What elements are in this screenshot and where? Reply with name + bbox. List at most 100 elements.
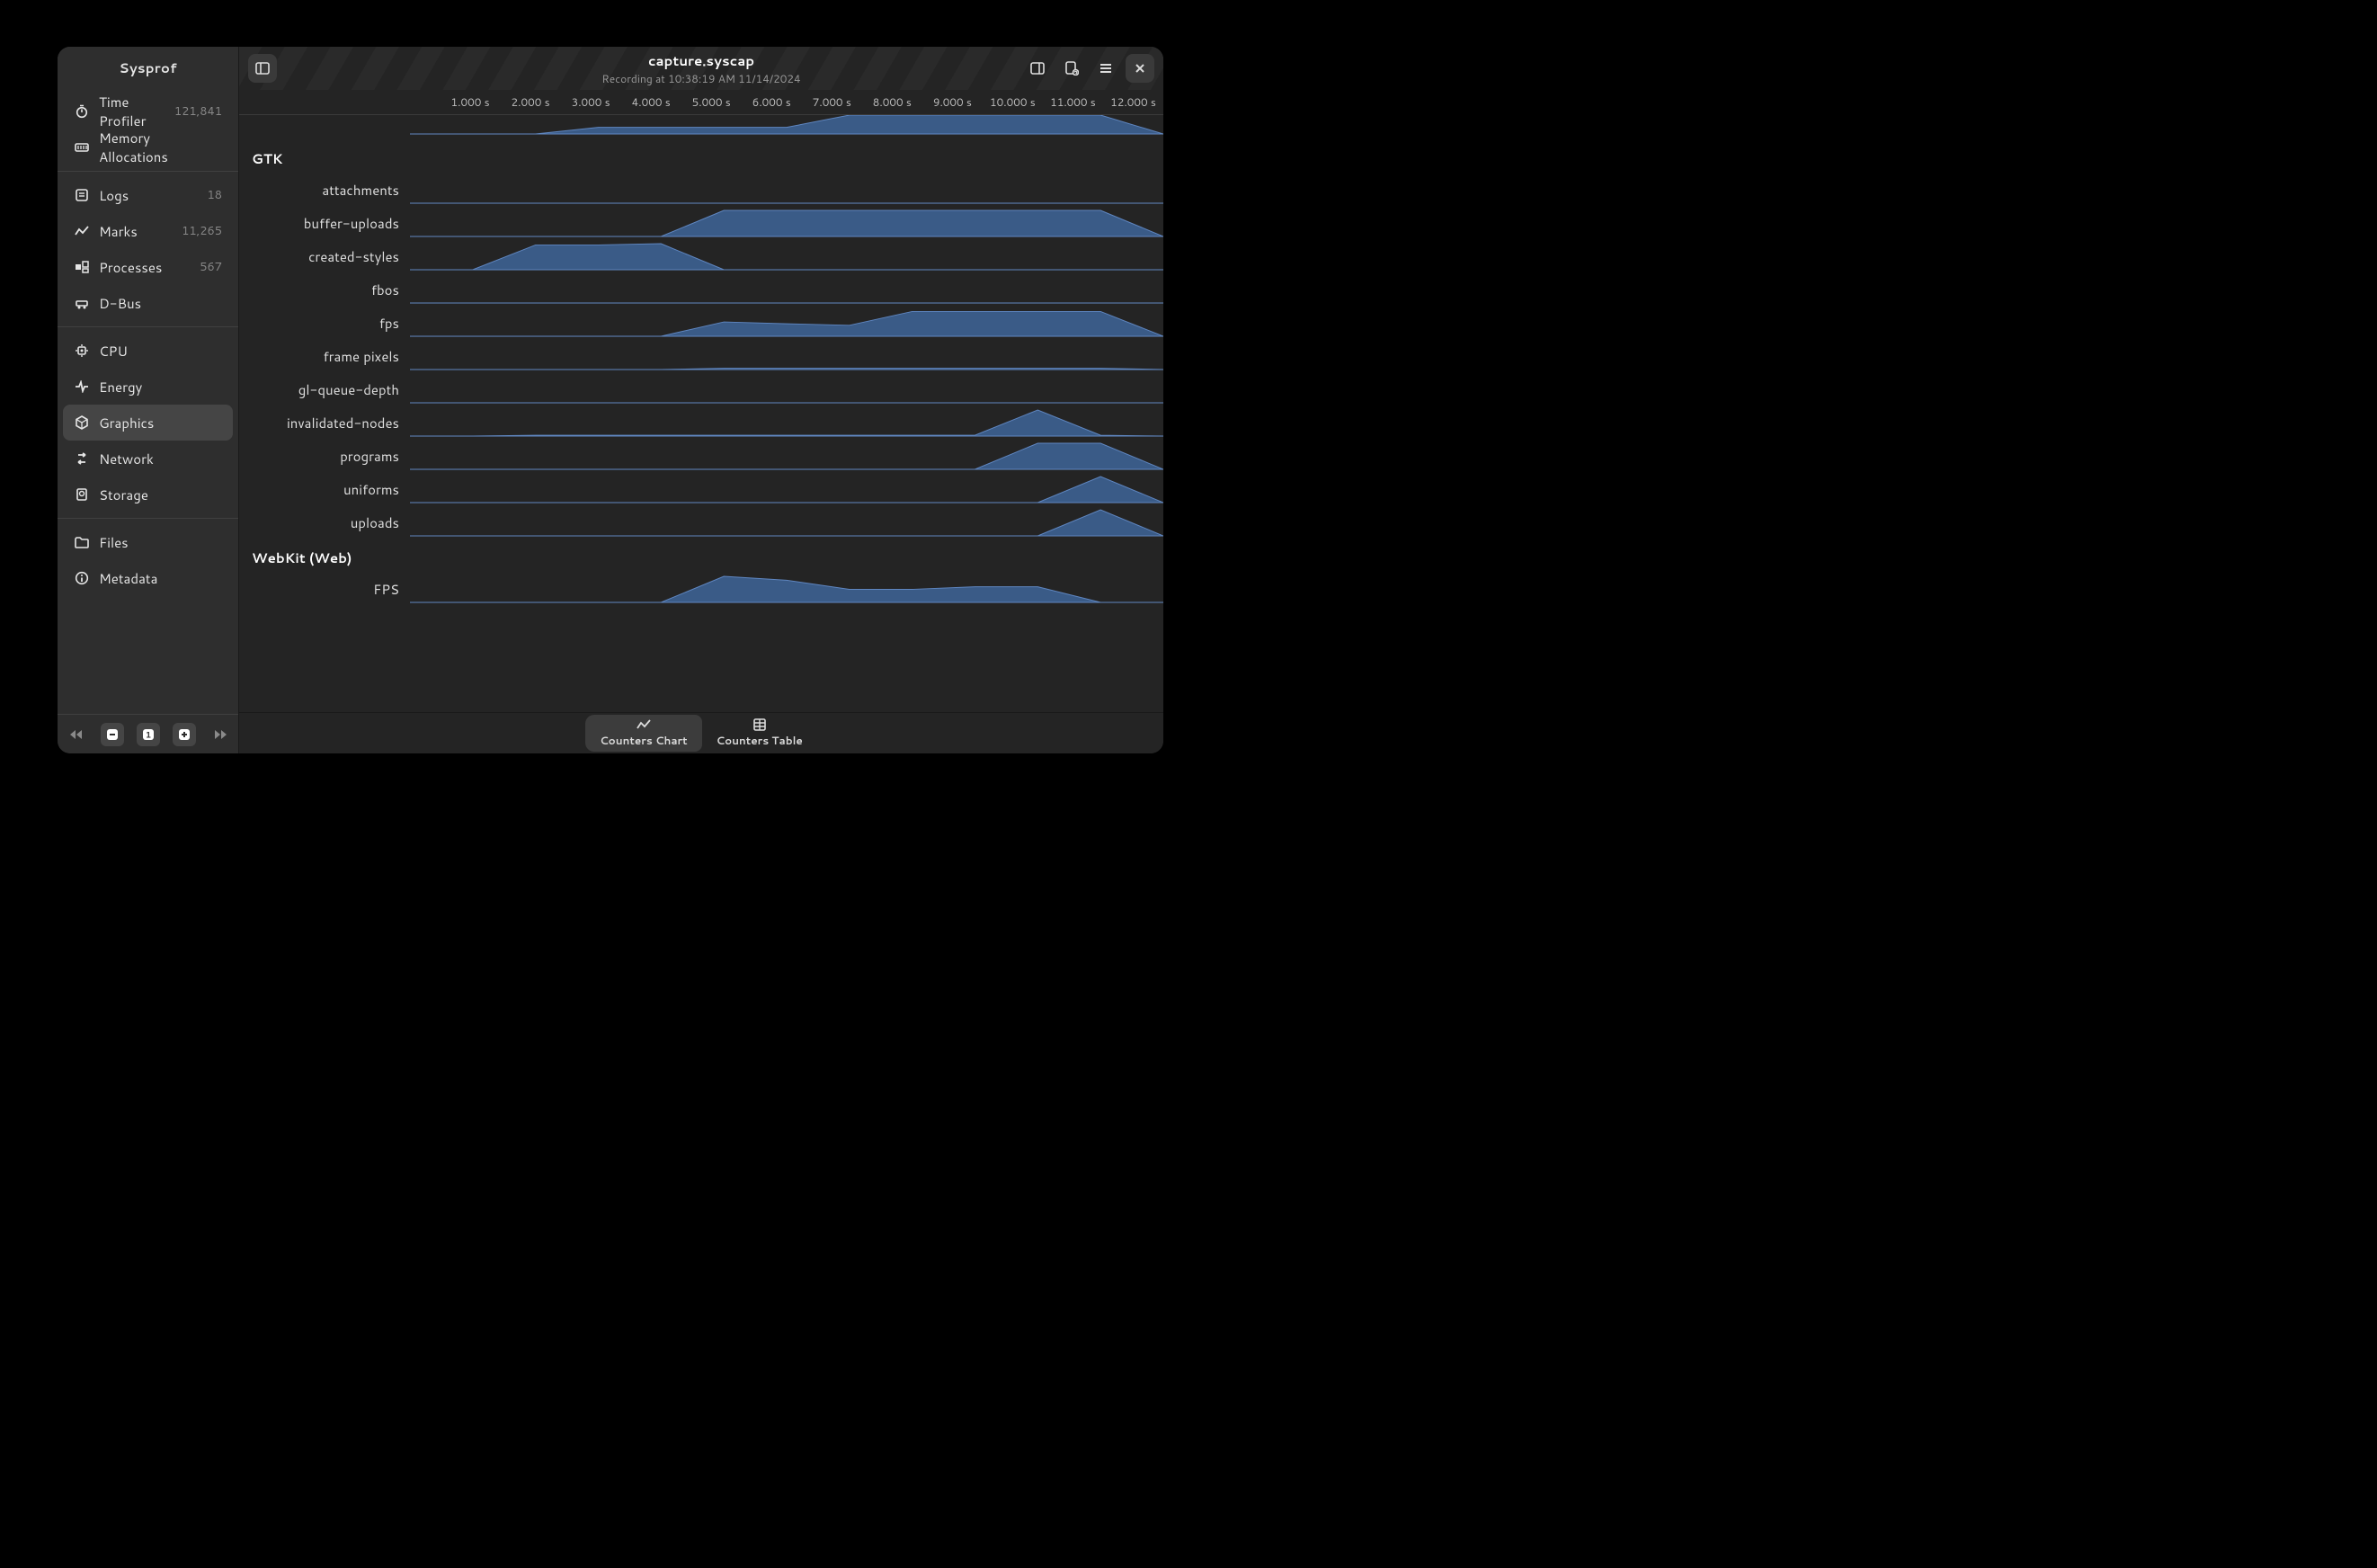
sidebar-list: Time Profiler121,841Memory Allocations Lo… — [58, 90, 238, 714]
counter-track — [410, 477, 1163, 503]
secondary-sidebar-button[interactable] — [1023, 54, 1052, 83]
sidebar-item-cpu[interactable]: CPU — [63, 333, 233, 369]
view-counters-table[interactable]: Counters Table — [702, 715, 817, 752]
counter-track — [410, 277, 1163, 304]
counter-row[interactable]: attachments — [239, 174, 1163, 207]
sidebar-item-count: 11,265 — [182, 223, 222, 239]
view-counters-chart[interactable]: Counters Chart — [585, 715, 701, 752]
counter-track — [410, 410, 1163, 437]
sidebar-item-count: 18 — [207, 187, 222, 203]
main-pane: capture.syscap Recording at 10:38:19 AM … — [239, 47, 1163, 753]
sidebar-item-graphics[interactable]: Graphics — [63, 405, 233, 441]
ruler-tick: 1.000 s — [451, 94, 490, 110]
sidebar-item-processes[interactable]: Processes567 — [63, 249, 233, 285]
counters-chart-icon — [637, 717, 651, 732]
sidebar-item-time-profiler[interactable]: Time Profiler121,841 — [63, 94, 233, 129]
cpu-icon — [74, 343, 90, 359]
energy-icon — [74, 379, 90, 395]
sidebar-item-label: D-Bus — [99, 294, 222, 313]
counter-row[interactable]: programs — [239, 440, 1163, 473]
forward-button[interactable] — [209, 723, 232, 746]
sidebar-footer: 1 — [58, 714, 238, 753]
counter-row[interactable]: uploads — [239, 506, 1163, 539]
ruler-tick: 5.000 s — [692, 94, 731, 110]
zoom-in-button[interactable] — [173, 723, 196, 746]
zoom-reset-button[interactable]: 1 — [137, 723, 160, 746]
counter-row[interactable]: uniforms — [239, 473, 1163, 506]
ruler-tick: 9.000 s — [933, 94, 972, 110]
counter-row[interactable]: FPS — [239, 573, 1163, 606]
counter-row[interactable]: created-styles — [239, 240, 1163, 273]
ruler-tick: 11.000 s — [1050, 94, 1096, 110]
files-icon — [74, 534, 90, 550]
logs-icon — [74, 187, 90, 203]
sidebar-item-label: Time Profiler — [99, 93, 165, 130]
counter-label: uniforms — [239, 480, 410, 499]
sidebar-item-network[interactable]: Network — [63, 441, 233, 477]
counter-track — [410, 210, 1163, 237]
ruler-tick: 3.000 s — [572, 94, 610, 110]
counter-label: frame pixels — [239, 347, 410, 366]
time-ruler[interactable]: 1.000 s2.000 s3.000 s4.000 s5.000 s6.000… — [239, 90, 1163, 115]
overview-track — [410, 115, 1163, 135]
sidebar-item-logs[interactable]: Logs 18 — [63, 177, 233, 213]
memory-icon — [74, 139, 90, 156]
ruler-tick: 10.000 s — [990, 94, 1036, 110]
counter-track — [410, 377, 1163, 404]
counter-row[interactable]: buffer-uploads — [239, 207, 1163, 240]
sidebar-item-marks[interactable]: Marks 11,265 — [63, 213, 233, 249]
counter-row[interactable]: invalidated-nodes — [239, 406, 1163, 440]
marks-icon — [74, 223, 90, 239]
zoom-out-button[interactable] — [101, 723, 124, 746]
titlebar: capture.syscap Recording at 10:38:19 AM … — [239, 47, 1163, 90]
view-switcher: Counters Chart Counters Table — [585, 715, 817, 752]
counter-label: gl-queue-depth — [239, 380, 410, 399]
counter-track — [410, 244, 1163, 271]
counter-track — [410, 510, 1163, 537]
sidebar-item-label: Marks — [99, 222, 173, 241]
record-again-button[interactable] — [1057, 54, 1086, 83]
counter-row[interactable]: fps — [239, 307, 1163, 340]
ruler-tick: 12.000 s — [1110, 94, 1156, 110]
sidebar-item-memory-allocations[interactable]: Memory Allocations — [63, 129, 233, 165]
sidebar-item-storage[interactable]: Storage — [63, 477, 233, 512]
dbus-icon — [74, 295, 90, 311]
ruler-tick: 4.000 s — [632, 94, 671, 110]
toggle-sidebar-button[interactable] — [248, 54, 277, 83]
sidebar-item-metadata[interactable]: Metadata — [63, 560, 233, 596]
counter-track — [410, 310, 1163, 337]
sidebar-item-label: Files — [99, 533, 222, 552]
counter-label: attachments — [239, 181, 410, 200]
sidebar-item-label: Processes — [99, 258, 191, 277]
ruler-tick: 7.000 s — [813, 94, 851, 110]
counter-label: invalidated-nodes — [239, 414, 410, 432]
section-header: GTK — [239, 140, 1163, 174]
sidebar-item-label: Memory Allocations — [99, 129, 222, 166]
rewind-button[interactable] — [65, 723, 88, 746]
sidebar-item-files[interactable]: Files — [63, 524, 233, 560]
counter-row[interactable]: fbos — [239, 273, 1163, 307]
counter-label: buffer-uploads — [239, 214, 410, 233]
app-window: Sysprof Time Profiler121,841Memory Alloc… — [58, 47, 1163, 753]
counter-label: fps — [239, 314, 410, 333]
metadata-icon — [74, 570, 90, 586]
sidebar-item-label: Graphics — [99, 414, 222, 432]
counter-track — [410, 343, 1163, 370]
counter-row[interactable]: gl-queue-depth — [239, 373, 1163, 406]
view-label: Counters Table — [717, 733, 803, 748]
app-title: Sysprof — [58, 47, 238, 90]
sidebar-item-label: Network — [99, 450, 222, 468]
counter-row[interactable]: frame pixels — [239, 340, 1163, 373]
counters-chart-area[interactable]: GTK attachments buffer-uploads created-styl… — [239, 115, 1163, 712]
sidebar-item-energy[interactable]: Energy — [63, 369, 233, 405]
sidebar-item-dbus[interactable]: D-Bus — [63, 285, 233, 321]
view-label: Counters Chart — [600, 733, 687, 748]
sidebar-item-label: Logs — [99, 186, 198, 205]
counter-label: FPS — [239, 580, 410, 599]
close-button[interactable] — [1126, 54, 1154, 83]
counter-label: created-styles — [239, 247, 410, 266]
hamburger-menu-button[interactable] — [1091, 54, 1120, 83]
sidebar-item-label: CPU — [99, 342, 222, 361]
bottom-bar: Counters Chart Counters Table — [239, 712, 1163, 753]
counter-track — [410, 576, 1163, 603]
